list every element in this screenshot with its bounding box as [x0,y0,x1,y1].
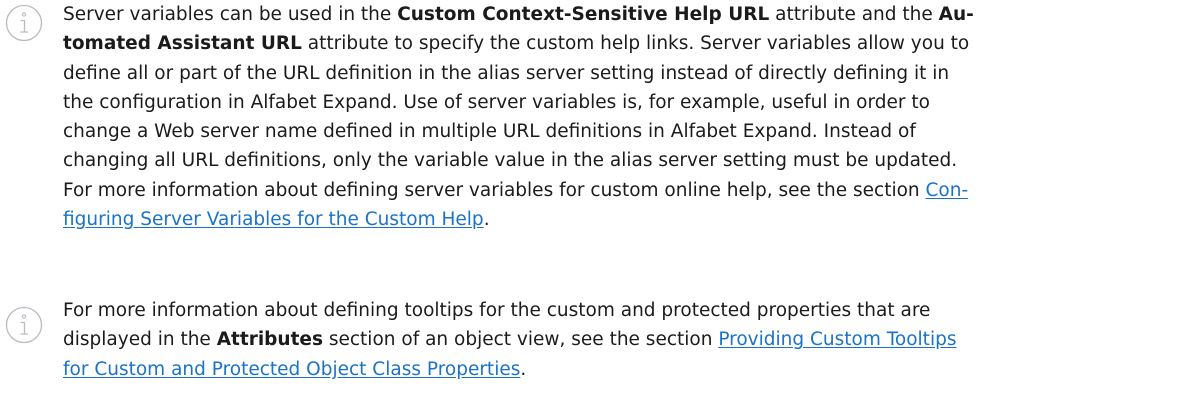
bold-term: Attributes [216,329,323,351]
info-icon [5,306,43,344]
bold-term: Custom Context-Sensitive Help URL [397,4,770,25]
bold-term: tomated Assistant URL [63,33,302,55]
info-icon [5,4,43,42]
note-text: For more information about defining tool… [63,300,957,380]
note-text: Server variables can be used in the Cust… [63,4,974,231]
bold-term: Au- [938,4,974,25]
